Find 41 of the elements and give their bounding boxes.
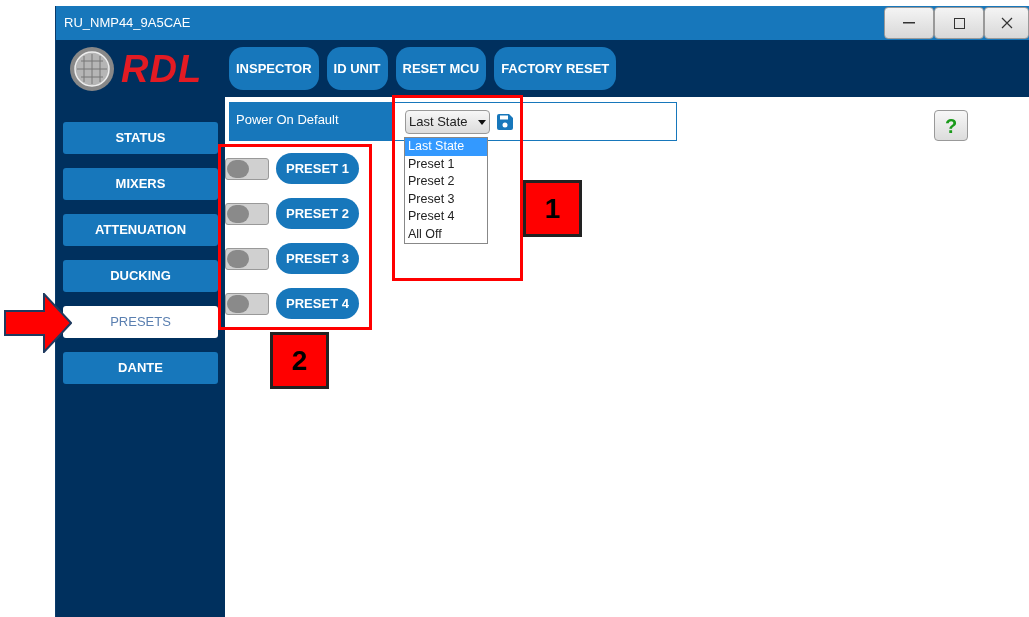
close-icon	[1000, 17, 1013, 29]
toggle-switch[interactable]	[225, 292, 269, 315]
dropdown-option[interactable]: Preset 1	[405, 155, 487, 173]
field-label: Power On Default	[230, 103, 394, 140]
maximize-icon	[953, 17, 965, 29]
window-title: RU_NMP44_9A5CAE	[64, 14, 191, 33]
caret-icon	[478, 119, 486, 125]
toggle-switch[interactable]	[225, 202, 269, 225]
dropdown-option[interactable]: Preset 3	[405, 190, 487, 208]
maximize-button[interactable]	[934, 7, 984, 39]
preset-button[interactable]: PRESET 3	[276, 243, 359, 274]
logo-emblem-icon	[69, 45, 115, 92]
sidebar-tab[interactable]: PRESETS	[63, 306, 218, 338]
dropdown-value: Last State	[409, 113, 468, 132]
sidebar-tab[interactable]: ATTENUATION	[63, 214, 218, 246]
save-icon[interactable]	[496, 113, 514, 131]
preset-button[interactable]: PRESET 1	[276, 153, 359, 184]
callout-number: 2	[270, 332, 329, 389]
dropdown-option[interactable]: Preset 4	[405, 208, 487, 226]
pointer-arrow	[4, 293, 72, 353]
callout-number: 1	[523, 180, 582, 237]
preset-button[interactable]: PRESET 4	[276, 288, 359, 319]
sidebar-tab[interactable]: DUCKING	[63, 260, 218, 292]
toggle-switch[interactable]	[225, 157, 269, 180]
help-button[interactable]: ?	[934, 110, 968, 141]
dropdown-option[interactable]: All Off	[405, 225, 487, 243]
dropdown-option[interactable]: Last State	[405, 138, 487, 156]
toolbar-button[interactable]: ID UNIT	[326, 47, 388, 90]
sidebar-tab[interactable]: STATUS	[63, 122, 218, 154]
sidebar-tab[interactable]: DANTE	[63, 352, 218, 384]
toolbar-button[interactable]: INSPECTOR	[229, 47, 319, 90]
toggle-switch[interactable]	[225, 247, 269, 270]
preset-button[interactable]: PRESET 2	[276, 198, 359, 229]
close-button[interactable]	[984, 7, 1029, 39]
logo-text: RDL	[121, 49, 203, 88]
dropdown-option[interactable]: Preset 2	[405, 173, 487, 191]
power-on-default-dropdown[interactable]: Last State	[405, 110, 490, 134]
toolbar-button[interactable]: RESET MCU	[395, 47, 487, 90]
toolbar-button[interactable]: FACTORY RESET	[494, 47, 617, 90]
sidebar-tab[interactable]: MIXERS	[63, 168, 218, 200]
minimize-icon	[903, 22, 915, 24]
